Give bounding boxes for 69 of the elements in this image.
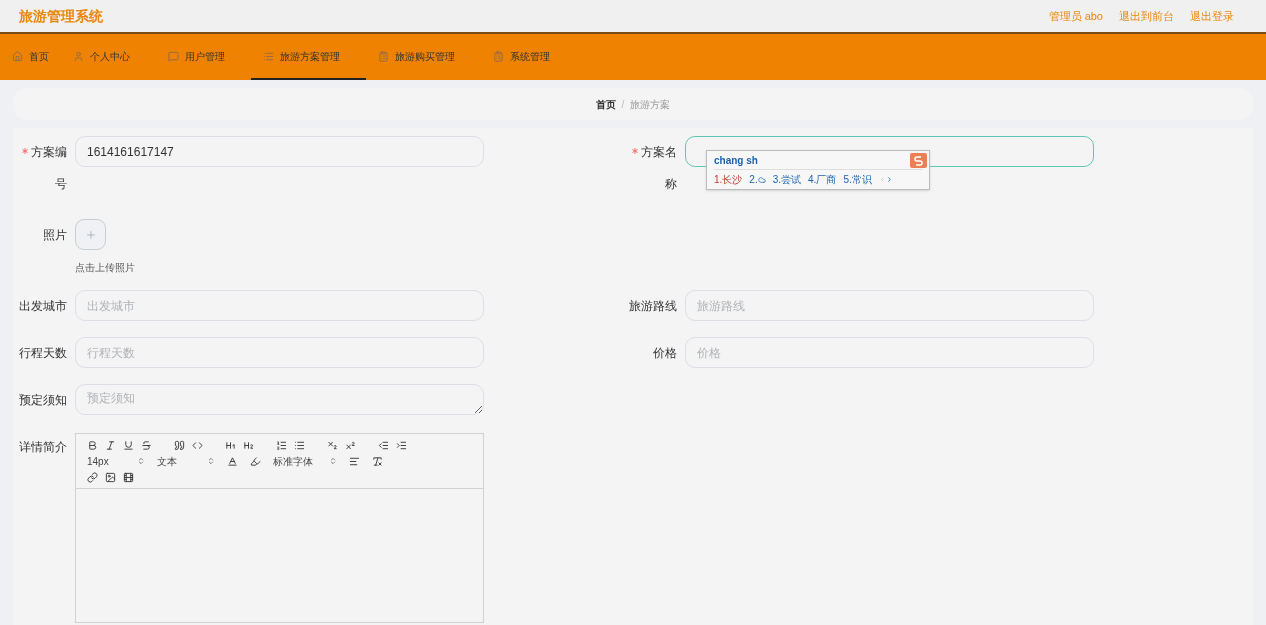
breadcrumb-separator: / [621,97,625,112]
field-label: 行程天数 [19,346,67,360]
bullet-list-icon[interactable] [294,439,305,451]
breadcrumb-item[interactable]: 旅游方案 [630,96,671,112]
select-dropdown[interactable]: 文本 [157,453,215,469]
nav-tab[interactable]: 系统管理 [481,34,576,80]
field-label: 预定须知 [19,393,67,407]
field-label: 照片 [43,228,67,242]
outdent-icon[interactable] [378,439,389,451]
heading-one-icon[interactable] [225,439,236,451]
breadcrumb-item[interactable]: 首页 [595,96,616,112]
next-page-icon[interactable] [885,175,893,184]
underline-icon[interactable] [123,439,134,451]
align-icon[interactable] [349,455,360,467]
subscript-icon[interactable] [327,439,338,451]
plus-icon [84,228,97,241]
code-icon[interactable] [192,439,203,451]
textarea-field[interactable]: 预定须知 [75,384,484,415]
nav-tab[interactable]: 用户管理 [156,34,251,80]
field-label: 出发城市 [19,299,67,313]
select-dropdown[interactable]: 14px [87,453,145,469]
field-label: 方案名称 [632,145,677,191]
field-label: 详情简介 [19,440,67,454]
font-color-icon[interactable] [227,455,238,467]
input-field[interactable]: 出发城市 [75,290,484,321]
clear-format-icon[interactable] [372,455,383,467]
bold-icon[interactable] [87,439,98,451]
strikethrough-icon[interactable] [141,439,152,451]
ime-candidate[interactable]: 3.尝试 [772,172,802,187]
input-field[interactable]: 价格 [685,337,1094,368]
field-label: 价格 [653,346,677,360]
quote-icon[interactable] [174,439,185,451]
heading-two-icon[interactable] [243,439,254,451]
indent-icon[interactable] [396,439,407,451]
app-title: 旅游管理系统 [19,6,103,26]
highlight-icon[interactable] [250,455,261,467]
select-arrows-icon [137,457,145,465]
italic-icon[interactable] [105,439,116,451]
nav-tab[interactable]: 个人中心 [61,34,156,80]
select-arrows-icon [207,457,215,465]
input-field[interactable]: 旅游路线 [685,290,1094,321]
video-icon[interactable] [123,471,134,483]
select-dropdown[interactable]: 标准字体 [273,453,337,469]
nav-tab[interactable]: 旅游方案管理 [251,34,366,80]
upload-hint: 点击上传照片 [75,261,135,275]
field-label: 方案编号 [22,145,67,191]
nav-icon [168,50,179,62]
input-field[interactable]: 行程天数 [75,337,484,368]
cloud-icon [757,175,766,184]
ordered-list-icon[interactable] [276,439,287,451]
nav-icon [73,50,84,62]
ime-candidate[interactable]: 4.厂商 [808,172,837,187]
rich-text-editor[interactable]: 14px 文本 标准字体 [75,433,484,623]
nav-icon [493,50,504,62]
field-label: 旅游路线 [629,299,677,313]
image-icon[interactable] [105,471,116,483]
nav-icon [263,50,274,62]
ime-composition: chang sh [714,153,758,168]
nav-tab[interactable]: 旅游购买管理 [366,34,481,80]
nav-tab[interactable]: 首页 [0,34,61,80]
link-icon[interactable] [87,471,98,483]
superscript-icon[interactable] [345,439,356,451]
ime-candidate[interactable]: 1.长沙 [714,172,743,187]
ime-candidate[interactable]: 5.常识 [843,172,872,187]
input-field[interactable]: 1614161617147 [75,136,484,167]
select-arrows-icon [329,457,337,465]
nav-icon [378,50,389,62]
nav-icon [12,50,23,62]
ime-candidate[interactable]: 2. [749,172,766,187]
